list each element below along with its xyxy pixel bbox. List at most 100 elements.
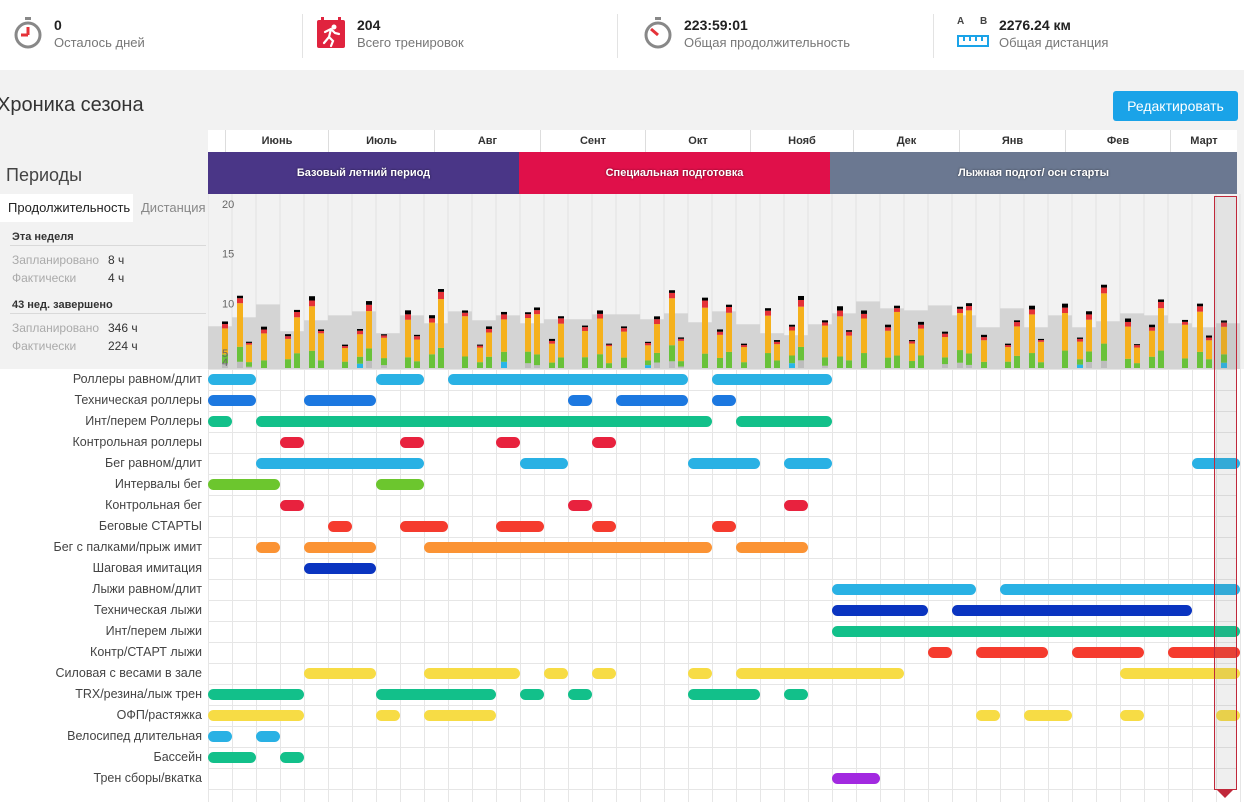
activity-bar[interactable]	[280, 437, 304, 448]
actual-bar-segment	[462, 312, 468, 317]
activity-bar[interactable]	[208, 395, 256, 406]
activity-bar[interactable]	[1000, 584, 1240, 595]
activity-bar[interactable]	[376, 710, 400, 721]
activity-bar[interactable]	[208, 479, 280, 490]
actual-bar-segment	[1014, 320, 1020, 323]
activity-bar[interactable]	[280, 752, 304, 763]
actual-bar-segment	[837, 356, 843, 368]
actual-bar-segment	[222, 324, 228, 329]
actual-bar-segment	[774, 341, 780, 345]
activity-bar[interactable]	[976, 647, 1048, 658]
activity-bar[interactable]	[928, 647, 952, 658]
activity-bar[interactable]	[208, 374, 256, 385]
activity-bar[interactable]	[784, 500, 808, 511]
activity-bar[interactable]	[976, 710, 1000, 721]
activity-bar[interactable]	[592, 521, 616, 532]
tab-distance[interactable]: Дистанция	[133, 194, 208, 222]
period-block[interactable]: Базовый летний период	[208, 152, 519, 194]
activity-bar[interactable]	[1120, 710, 1144, 721]
activity-bar[interactable]	[832, 773, 880, 784]
activity-bar[interactable]	[208, 752, 256, 763]
activity-bar[interactable]	[688, 668, 712, 679]
activity-bar[interactable]	[1072, 647, 1144, 658]
planned-bar	[1072, 327, 1096, 369]
activity-bar[interactable]	[832, 605, 928, 616]
activity-bar[interactable]	[304, 563, 376, 574]
actual-bar-segment	[966, 353, 972, 365]
activity-bar[interactable]	[592, 437, 616, 448]
activity-bar[interactable]	[736, 668, 904, 679]
edit-button[interactable]: Редактировать	[1113, 91, 1238, 121]
activity-bar[interactable]	[280, 500, 304, 511]
activity-bar[interactable]	[304, 668, 376, 679]
activity-bar[interactable]	[424, 668, 520, 679]
current-week-highlight[interactable]	[1214, 196, 1237, 790]
actual-bar-segment	[717, 331, 723, 335]
activity-bar[interactable]	[400, 521, 448, 532]
actual-bar-segment	[1206, 359, 1212, 368]
activity-bar[interactable]	[376, 479, 424, 490]
grid-line	[208, 369, 1237, 370]
activity-bar[interactable]	[784, 458, 832, 469]
period-block[interactable]: Лыжная подгот/ осн старты	[830, 152, 1237, 194]
activity-bar[interactable]	[568, 500, 592, 511]
activity-bar[interactable]	[520, 458, 568, 469]
activity-bar[interactable]	[736, 542, 808, 553]
activity-bar[interactable]	[448, 374, 688, 385]
activity-bar[interactable]	[496, 437, 520, 448]
actual-bar-segment	[1158, 299, 1164, 302]
grid-line	[664, 369, 665, 802]
this-week-title: Эта неделя	[12, 231, 74, 243]
actual-bar-segment	[957, 306, 963, 309]
activity-bar[interactable]	[544, 668, 568, 679]
activity-bar[interactable]	[616, 395, 688, 406]
actual-bar-segment	[285, 359, 291, 368]
activity-bar[interactable]	[304, 395, 376, 406]
activity-bar[interactable]	[376, 689, 496, 700]
activity-bar[interactable]	[256, 416, 712, 427]
actual-bar-segment	[366, 360, 372, 368]
activity-bar[interactable]	[328, 521, 352, 532]
activity-bar[interactable]	[208, 416, 232, 427]
actual-bar-segment	[942, 337, 948, 358]
activity-bar[interactable]	[1024, 710, 1072, 721]
actual-bar-segment	[909, 341, 915, 344]
tab-duration[interactable]: Продолжительность	[0, 194, 133, 222]
activity-bar[interactable]	[208, 689, 304, 700]
activity-bar[interactable]	[208, 731, 232, 742]
activity-bar[interactable]	[424, 542, 712, 553]
activity-bar[interactable]	[256, 458, 424, 469]
activity-bar[interactable]	[376, 374, 424, 385]
activity-bar[interactable]	[568, 395, 592, 406]
activity-bar[interactable]	[424, 710, 496, 721]
activity-bar[interactable]	[712, 374, 832, 385]
activity-bar[interactable]	[208, 710, 304, 721]
actual-bar-segment	[246, 362, 252, 367]
activity-label: Роллеры равном/длит	[72, 372, 202, 386]
activity-bar[interactable]	[952, 605, 1192, 616]
activity-bar[interactable]	[688, 458, 760, 469]
activity-bar[interactable]	[592, 668, 616, 679]
activity-bar[interactable]	[400, 437, 424, 448]
actual-bar-segment	[774, 344, 780, 361]
activity-bar[interactable]	[784, 689, 808, 700]
activity-bar[interactable]	[568, 689, 592, 700]
activity-bar[interactable]	[832, 584, 976, 595]
actual-bar-segment	[822, 322, 828, 326]
actual-bar-segment	[822, 325, 828, 358]
activity-bar[interactable]	[832, 626, 1240, 637]
activity-bar[interactable]	[304, 542, 376, 553]
activity-bar[interactable]	[712, 395, 736, 406]
period-block[interactable]: Специальная подготовка	[519, 152, 830, 194]
activity-bar[interactable]	[688, 689, 760, 700]
activity-bar[interactable]	[736, 416, 832, 427]
activity-bar[interactable]	[496, 521, 544, 532]
activity-bar[interactable]	[520, 689, 544, 700]
activity-label: Трен сборы/вкатка	[93, 771, 202, 785]
activity-bar[interactable]	[256, 731, 280, 742]
activity-bar[interactable]	[256, 542, 280, 553]
activity-label: Бассейн	[153, 750, 203, 764]
actual-bar-segment	[1101, 343, 1107, 361]
activity-bar[interactable]	[712, 521, 736, 532]
actual-bar-segment	[1038, 341, 1044, 363]
